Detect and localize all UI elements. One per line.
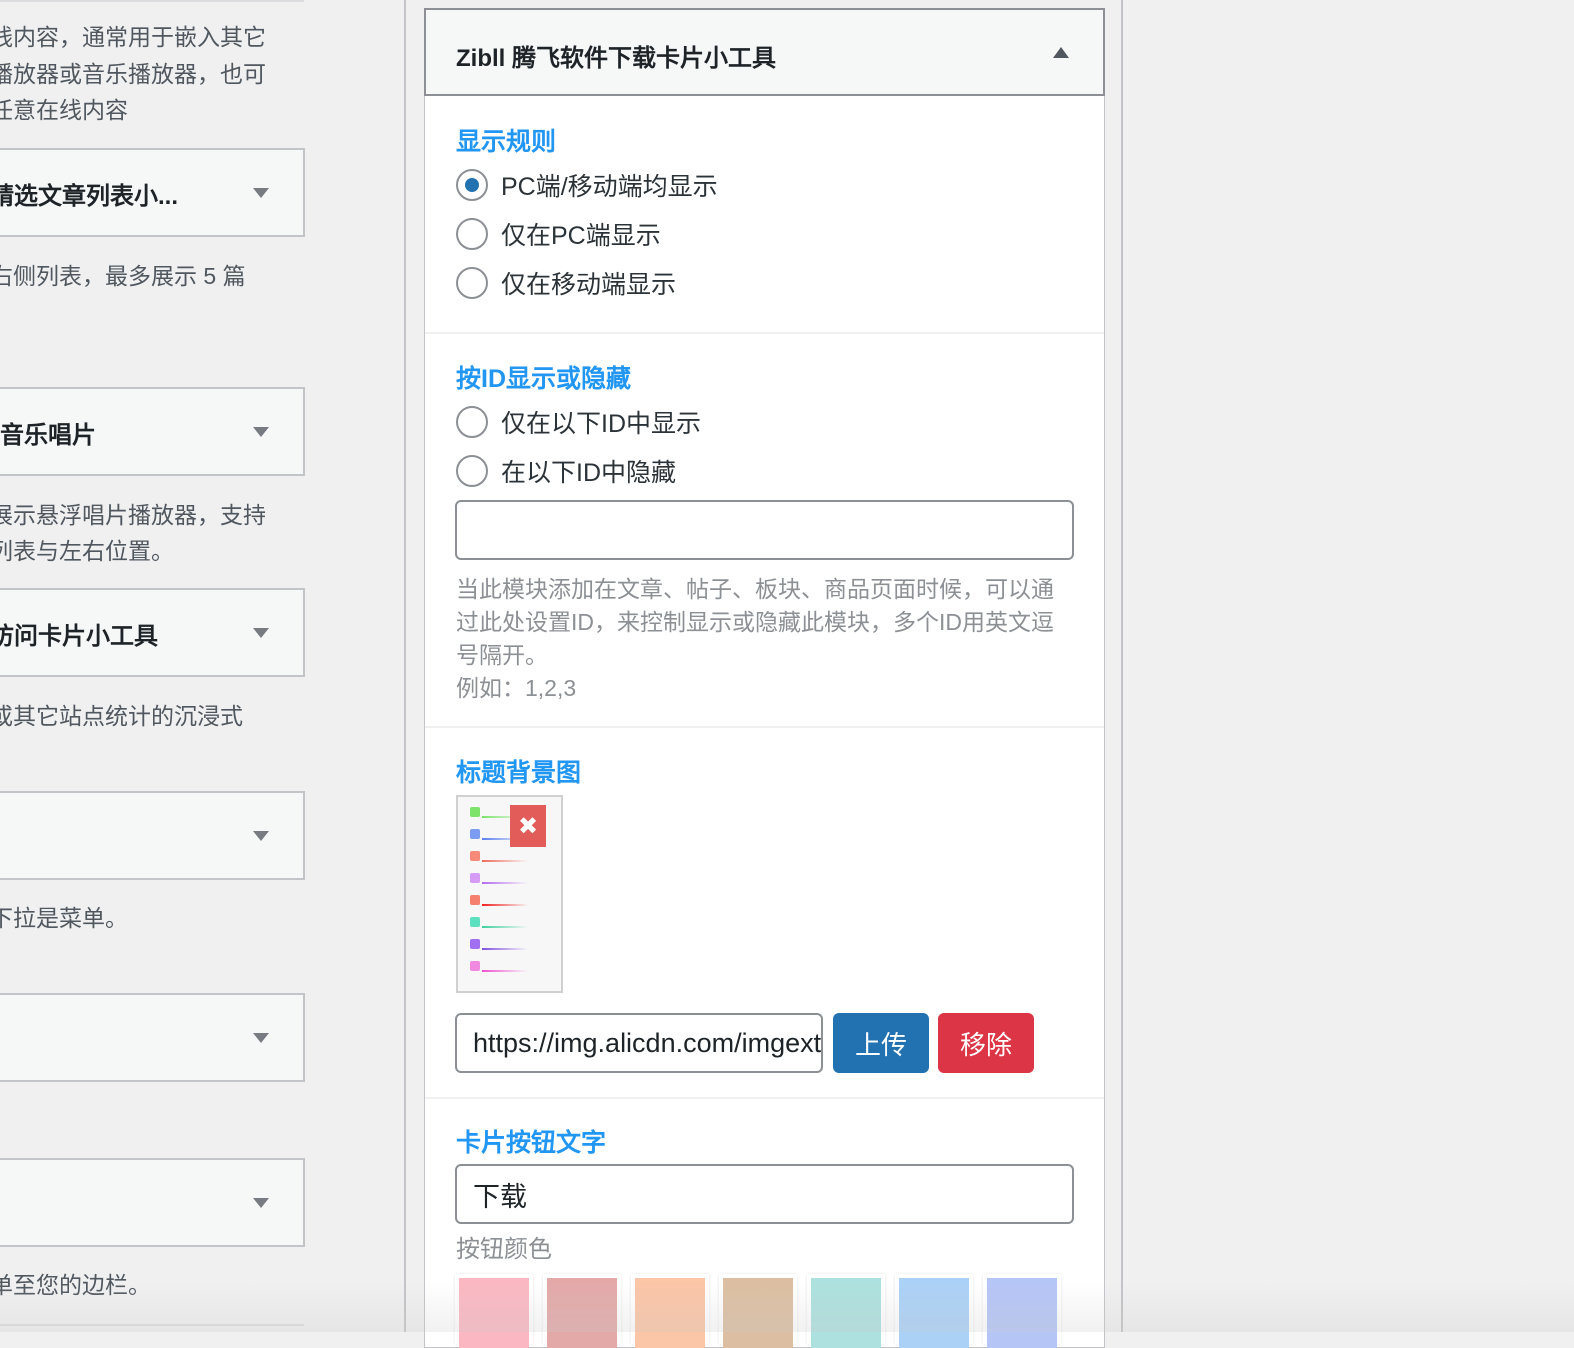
color-swatch[interactable] [983, 1274, 1061, 1348]
widget-desc: 播放器或音乐播放器，也可 [0, 61, 266, 87]
section-heading: 按ID显示或隐藏 [456, 365, 632, 393]
chevron-down-icon[interactable] [253, 427, 269, 437]
chevron-down-icon[interactable] [253, 188, 269, 198]
divider [0, 0, 304, 2]
radio-hide-in-ids[interactable]: 在以下ID中隐藏 [456, 453, 676, 489]
widget-title: 精选文章列表小... [0, 183, 179, 210]
remove-image-icon[interactable]: ✖ [510, 805, 546, 847]
divider [425, 332, 1104, 334]
background-image-preview: ✖ [456, 795, 563, 993]
radio-show-in-ids[interactable]: 仅在以下ID中显示 [456, 404, 701, 440]
section-heading: 标题背景图 [456, 759, 582, 787]
widget-panel-header[interactable]: Zibll 腾飞软件下载卡片小工具 [424, 8, 1105, 96]
chevron-down-icon[interactable] [253, 831, 269, 841]
widget-title: 音乐唱片 [0, 422, 96, 449]
color-swatch[interactable] [719, 1274, 797, 1348]
divider [425, 726, 1104, 728]
radio-label: 仅在以下ID中显示 [501, 410, 702, 438]
widget-item[interactable] [0, 791, 305, 880]
section-heading: 显示规则 [456, 128, 557, 156]
radio-icon[interactable] [456, 406, 488, 438]
remove-button[interactable]: 移除 [938, 1013, 1034, 1073]
widget-desc: 任意在线内容 [0, 97, 128, 123]
section-heading: 卡片按钮文字 [456, 1129, 607, 1157]
color-swatch[interactable] [807, 1274, 885, 1348]
color-swatch[interactable] [631, 1274, 709, 1348]
widget-title: 访问卡片小工具 [0, 623, 158, 650]
widget-desc: 展示悬浮唱片播放器，支持 [0, 502, 266, 528]
widget-panel: Zibll 腾飞软件下载卡片小工具 显示规则 PC端/移动端均显示 仅在PC端显… [424, 8, 1105, 1348]
radio-checked-icon[interactable] [456, 169, 488, 201]
widget-desc: 右侧列表，最多展示 5 篇 [0, 263, 246, 289]
upload-button[interactable]: 上传 [833, 1013, 929, 1073]
widget-desc: 列表与左右位置。 [0, 538, 174, 564]
radio-label: 仅在PC端显示 [501, 222, 661, 250]
color-swatch[interactable] [895, 1274, 973, 1348]
chevron-up-icon[interactable] [1053, 47, 1069, 58]
color-swatch[interactable] [455, 1274, 533, 1348]
radio-label: 在以下ID中隐藏 [501, 459, 677, 487]
chevron-down-icon[interactable] [253, 1198, 269, 1208]
widget-desc: 下拉是菜单。 [0, 905, 128, 931]
id-help-text: 当此模块添加在文章、帖子、板块、商品页面时候，可以通过此处设置ID，来控制显示或… [456, 576, 1054, 668]
widget-desc: 或其它站点统计的沉浸式 [0, 703, 243, 729]
color-swatch[interactable] [543, 1274, 621, 1348]
radio-label: 仅在移动端显示 [501, 271, 677, 299]
radio-mobile-only[interactable]: 仅在移动端显示 [456, 265, 676, 301]
widget-item[interactable] [0, 993, 305, 1082]
widget-panel-title: Zibll 腾飞软件下载卡片小工具 [456, 45, 776, 72]
widget-item[interactable]: 音乐唱片 [0, 387, 305, 476]
available-widgets-column: 线内容，通常用于嵌入其它 播放器或音乐播放器，也可 任意在线内容 精选文章列表小… [0, 0, 406, 1332]
radio-icon[interactable] [456, 455, 488, 487]
radio-pc-only[interactable]: 仅在PC端显示 [456, 216, 661, 252]
radio-icon[interactable] [456, 267, 488, 299]
widget-desc: 线内容，通常用于嵌入其它 [0, 24, 266, 50]
button-color-label: 按钮颜色 [456, 1236, 552, 1263]
id-list-input[interactable] [455, 500, 1074, 560]
chevron-down-icon[interactable] [253, 628, 269, 638]
radio-show-all[interactable]: PC端/移动端均显示 [456, 167, 718, 203]
id-example-text: 例如：1,2,3 [456, 675, 577, 701]
sidebar-area: Zibll 腾飞软件下载卡片小工具 显示规则 PC端/移动端均显示 仅在PC端显… [407, 0, 1123, 1348]
widget-item[interactable]: 访问卡片小工具 [0, 588, 305, 677]
divider [0, 1324, 304, 1326]
widget-item[interactable]: 精选文章列表小... [0, 148, 305, 237]
radio-icon[interactable] [456, 218, 488, 250]
divider [425, 1097, 1104, 1099]
widget-desc: 单至您的边栏。 [0, 1272, 151, 1298]
radio-label: PC端/移动端均显示 [501, 173, 718, 201]
chevron-down-icon[interactable] [253, 1033, 269, 1043]
button-text-input[interactable]: 下载 [455, 1164, 1074, 1224]
widget-item[interactable] [0, 1158, 305, 1247]
image-url-input[interactable]: https://img.alicdn.com/imgextra [455, 1013, 823, 1073]
